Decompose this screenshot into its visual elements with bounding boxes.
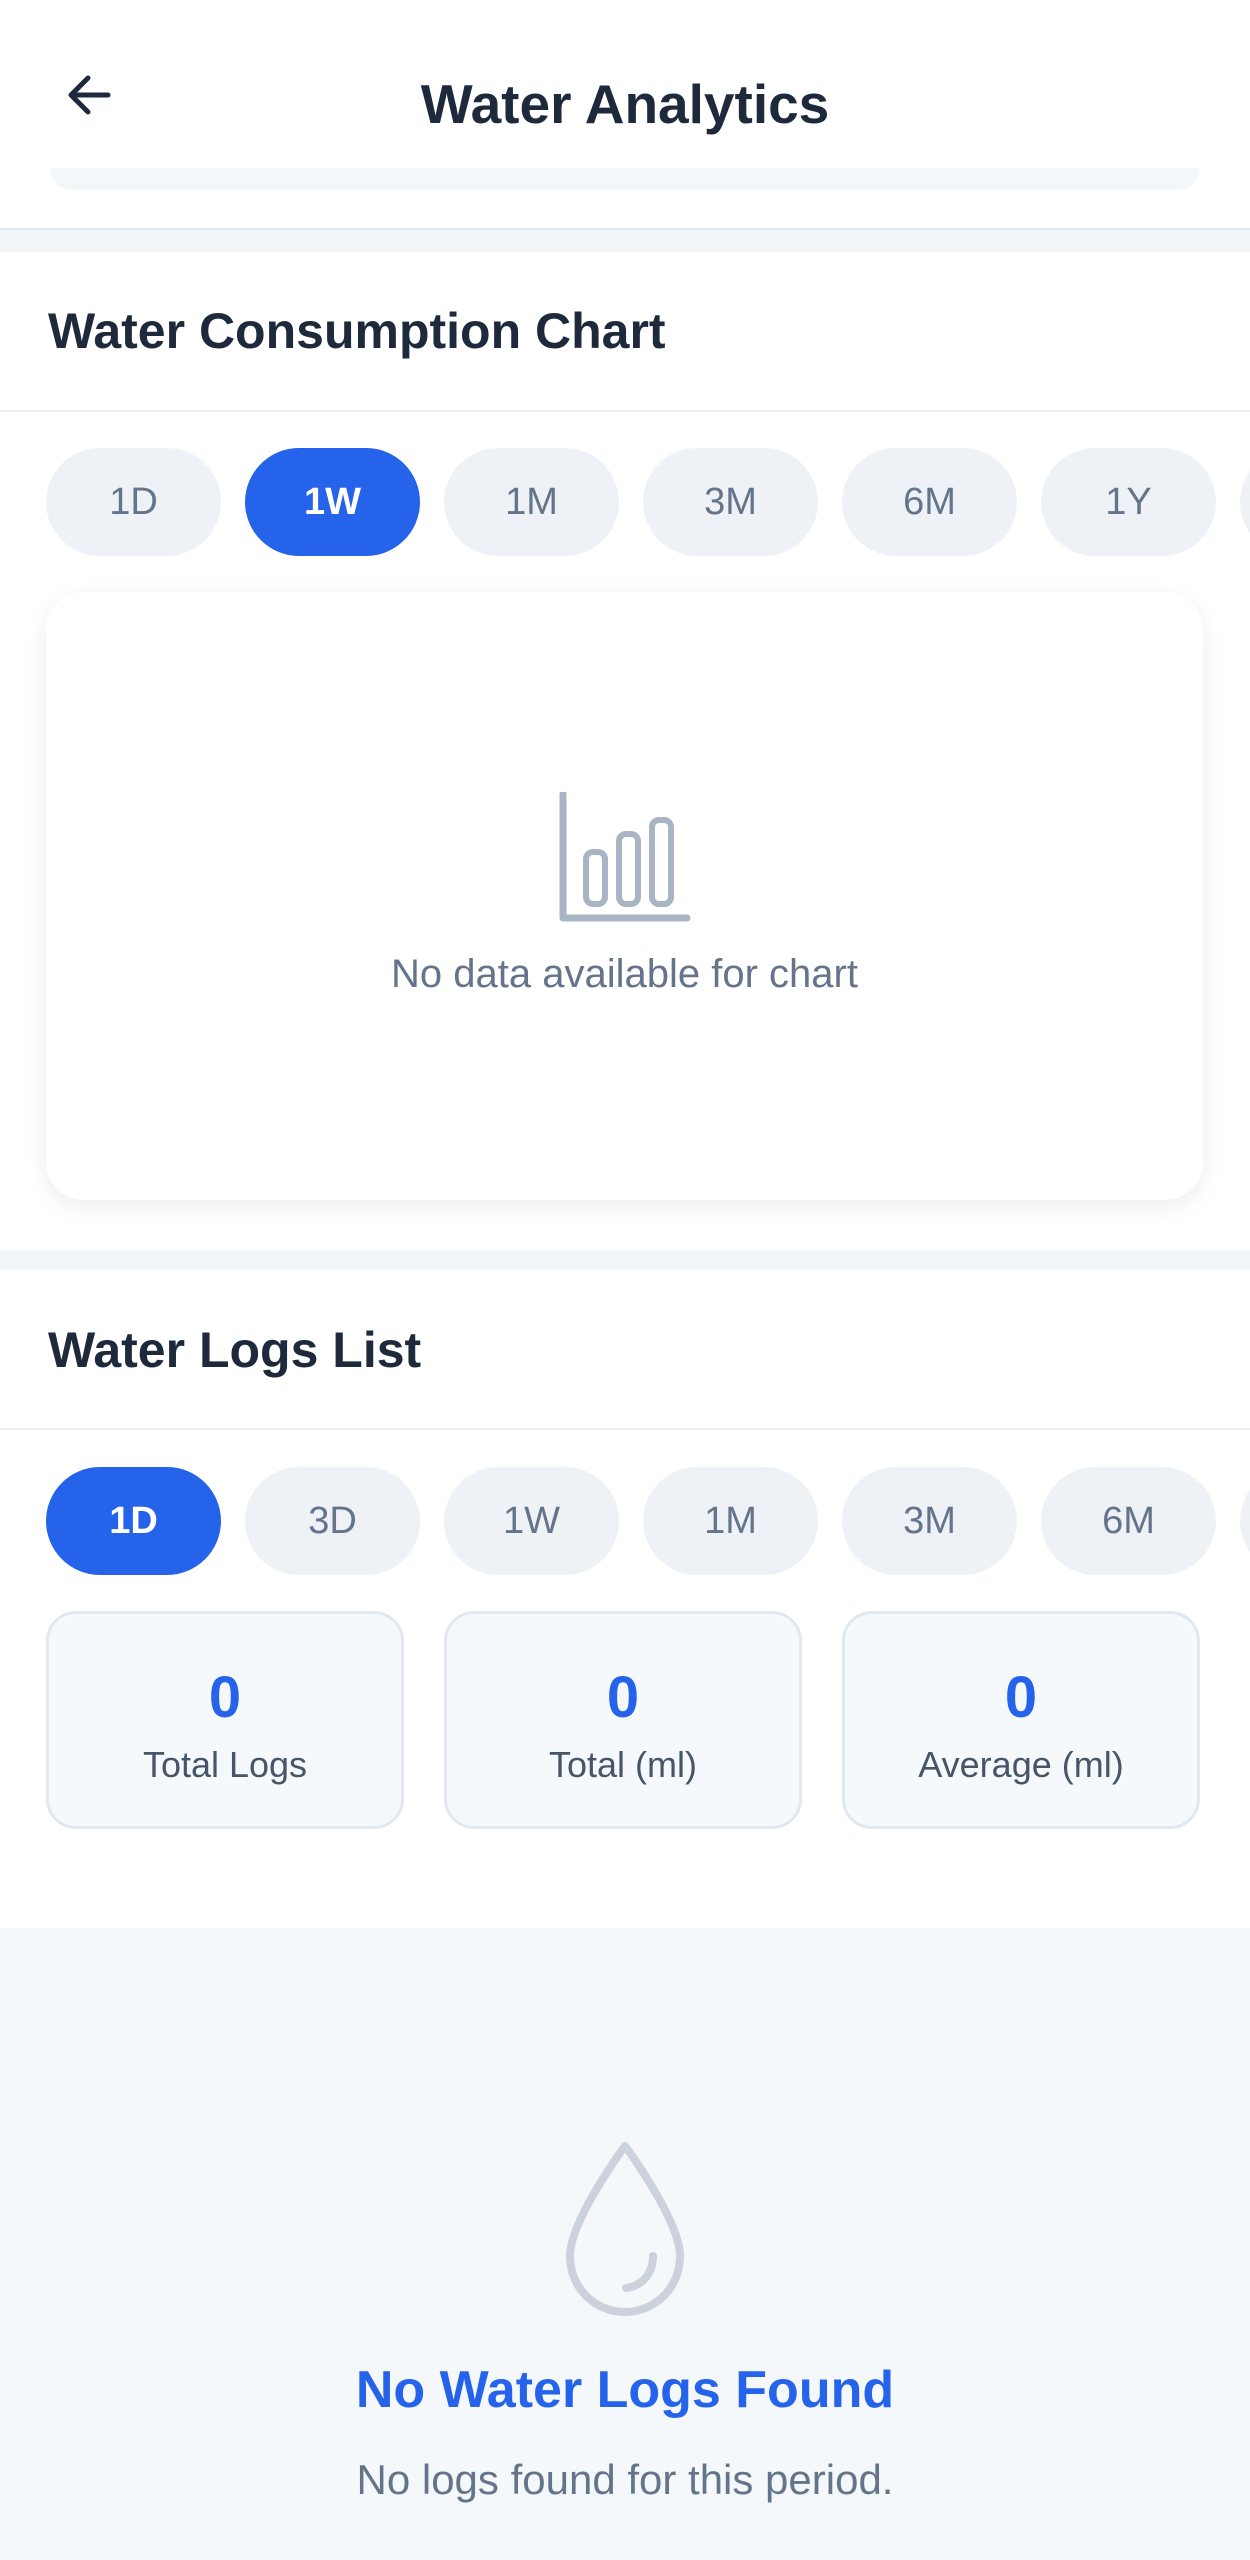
chart-range-selector: 1D 1W 1M 3M 6M 1Y — [46, 448, 1250, 558]
empty-state-subtitle: No logs found for this period. — [356, 2456, 894, 2503]
app-header: Water Analytics — [0, 0, 1250, 230]
chart-empty-text: No data available for chart — [391, 952, 858, 996]
logs-range-more[interactable] — [1240, 1467, 1250, 1575]
stat-label: Total (ml) — [548, 1744, 697, 1785]
section-gap — [0, 1250, 1250, 1270]
logs-range-1w[interactable]: 1W — [444, 1467, 619, 1575]
chart-section-title: Water Consumption Chart — [48, 303, 666, 359]
logs-range-6m[interactable]: 6M — [1041, 1467, 1216, 1575]
logs-range-3m[interactable]: 3M — [842, 1467, 1017, 1575]
chart-range-1y[interactable]: 1Y — [1041, 448, 1216, 556]
header-shadow-strip — [50, 168, 1200, 190]
stat-value: 0 — [208, 1665, 242, 1730]
logs-range-selector: 1D 3D 1W 1M 3M 6M — [46, 1467, 1250, 1577]
chart-range-6m[interactable]: 6M — [842, 448, 1017, 556]
stat-card-total-ml: 0 Total (ml) — [444, 1611, 802, 1829]
section-gap — [0, 230, 1250, 252]
bar-chart-icon — [559, 792, 691, 922]
stat-card-average-ml: 0 Average (ml) — [842, 1611, 1200, 1829]
page-title: Water Analytics — [420, 73, 830, 135]
stat-value: 0 — [1004, 1665, 1038, 1730]
stat-label: Total Logs — [142, 1744, 308, 1785]
stat-label: Average (ml) — [918, 1744, 1124, 1785]
chart-range-1m[interactable]: 1M — [444, 448, 619, 556]
logs-range-3d[interactable]: 3D — [245, 1467, 420, 1575]
logs-section-title: Water Logs List — [48, 1322, 422, 1378]
empty-state: No Water Logs Found No logs found for th… — [0, 1928, 1250, 2560]
stat-card-total-logs: 0 Total Logs — [46, 1611, 404, 1829]
chart-range-1d[interactable]: 1D — [46, 448, 221, 556]
empty-state-title: No Water Logs Found — [355, 2361, 895, 2419]
logs-range-1d[interactable]: 1D — [46, 1467, 221, 1575]
chart-range-more[interactable] — [1240, 448, 1250, 556]
chart-range-1w[interactable]: 1W — [245, 448, 420, 556]
chart-range-3m[interactable]: 3M — [643, 448, 818, 556]
logs-range-1m[interactable]: 1M — [643, 1467, 818, 1575]
stat-value: 0 — [606, 1665, 640, 1730]
water-drop-icon — [566, 2142, 684, 2316]
divider — [0, 410, 1250, 412]
chart-card: No data available for chart — [46, 592, 1203, 1200]
divider — [0, 1428, 1250, 1430]
